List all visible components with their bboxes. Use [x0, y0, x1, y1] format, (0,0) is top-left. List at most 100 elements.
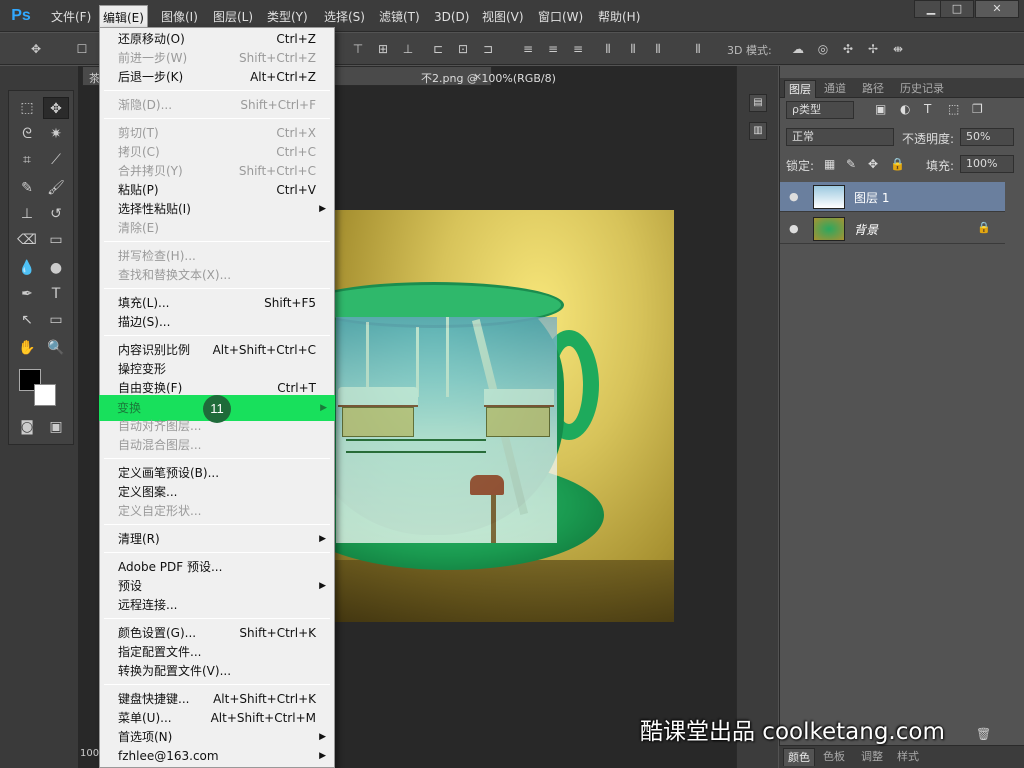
tab-history[interactable]: 历史记录 [896, 80, 948, 98]
menu-item-paste-special[interactable]: 选择性粘贴(I) ▶ [100, 200, 334, 219]
gradient-tool-icon[interactable]: ▭ [43, 229, 69, 251]
menu-item-preferences[interactable]: 首选项(N) ▶ [100, 728, 334, 747]
filter-type-icon[interactable]: T [924, 102, 931, 116]
align-left-icon[interactable]: ⊏ [430, 42, 446, 56]
distribute-vcenter-icon[interactable]: ≡ [545, 42, 561, 56]
roll-3d-icon[interactable]: ◎ [815, 42, 831, 56]
close-window-button[interactable]: ✕ [975, 0, 1019, 18]
distribute-bottom-icon[interactable]: ≡ [570, 42, 586, 56]
menu-item-menus[interactable]: 菜单(U)... Alt+Shift+Ctrl+M [100, 709, 334, 728]
align-vcenter-icon[interactable]: ⊞ [375, 42, 391, 56]
menu-help[interactable]: 帮助(H) [595, 8, 643, 26]
lasso-tool-icon[interactable]: ᘓ [14, 123, 40, 145]
maximize-button[interactable]: □ [940, 0, 974, 18]
layer-filter-select[interactable]: ρ类型 [786, 101, 854, 119]
healing-brush-tool-icon[interactable]: ✎ [14, 177, 40, 199]
menu-window[interactable]: 窗口(W) [535, 8, 586, 26]
menu-item-puppet-warp[interactable]: 操控变形 [100, 360, 334, 379]
menu-item-find-replace[interactable]: 查找和替换文本(X)... [100, 266, 334, 285]
distribute-hcenter-icon[interactable]: ⦀ [625, 42, 641, 56]
menu-type[interactable]: 类型(Y) [264, 8, 311, 26]
tab-adjustments[interactable]: 调整 [857, 748, 887, 766]
zoom-level[interactable]: 100 [80, 748, 99, 759]
distribute-right-icon[interactable]: ⦀ [650, 42, 666, 56]
quick-mask-icon[interactable]: ◙ [14, 416, 40, 438]
menu-item-convert-profile[interactable]: 转换为配置文件(V)... [100, 662, 334, 681]
menu-item-clear[interactable]: 清除(E) [100, 219, 334, 238]
history-panel-icon[interactable]: ▤ [749, 94, 767, 112]
filter-adjustment-icon[interactable]: ◐ [900, 102, 910, 116]
type-tool-icon[interactable]: T [43, 283, 69, 305]
scale-3d-icon[interactable]: ⇼ [890, 42, 906, 56]
menu-item-account[interactable]: fzhlee@163.com ▶ [100, 747, 334, 766]
menu-item-spell-check[interactable]: 拼写检查(H)... [100, 247, 334, 266]
menu-edit[interactable]: 编辑(E) [99, 5, 148, 29]
brush-tool-icon[interactable]: 🖌 [43, 177, 69, 199]
menu-item-copy-merged[interactable]: 合并拷贝(Y) Shift+Ctrl+C [100, 162, 334, 181]
clone-stamp-tool-icon[interactable]: ⊥ [14, 203, 40, 225]
orbit-3d-icon[interactable]: ☁ [790, 42, 806, 56]
filter-shape-icon[interactable]: ⬚ [948, 102, 959, 116]
move-tool-preset-icon[interactable]: ✥ [28, 42, 44, 56]
zoom-tool-icon[interactable]: 🔍 [43, 337, 69, 359]
distribute-top-icon[interactable]: ≡ [520, 42, 536, 56]
blend-mode-select[interactable]: 正常 [786, 128, 894, 146]
menu-item-presets[interactable]: 预设 ▶ [100, 577, 334, 596]
pen-tool-icon[interactable]: ✒ [14, 283, 40, 305]
menu-item-fade[interactable]: 渐隐(D)... Shift+Ctrl+F [100, 96, 334, 115]
background-color-swatch[interactable] [34, 384, 56, 406]
magic-wand-tool-icon[interactable]: ✷ [43, 123, 69, 145]
menu-item-stroke[interactable]: 描边(S)... [100, 313, 334, 332]
menu-item-define-brush[interactable]: 定义画笔预设(B)... [100, 464, 334, 483]
lock-all-icon[interactable]: 🔒 [890, 157, 905, 171]
slide-3d-icon[interactable]: ✢ [865, 42, 881, 56]
menu-item-assign-profile[interactable]: 指定配置文件... [100, 643, 334, 662]
tab-styles[interactable]: 样式 [893, 748, 923, 766]
move-tool-icon[interactable]: ✥ [43, 97, 69, 119]
align-hcenter-icon[interactable]: ⊡ [455, 42, 471, 56]
hand-tool-icon[interactable]: ✋ [14, 337, 40, 359]
tab-swatches[interactable]: 色板 [819, 748, 849, 766]
auto-select-checkbox[interactable]: ☐ [74, 42, 90, 56]
menu-item-auto-blend-layers[interactable]: 自动混合图层... [100, 436, 334, 455]
menu-item-purge[interactable]: 清理(R) ▶ [100, 530, 334, 549]
opacity-input[interactable]: 50% [960, 128, 1014, 146]
align-right-icon[interactable]: ⊐ [480, 42, 496, 56]
layer-row-layer1[interactable]: ● 图层 1 [780, 182, 1005, 212]
align-bottom-icon[interactable]: ⊥ [400, 42, 416, 56]
delete-layer-icon[interactable]: 🗑 [976, 727, 991, 741]
pan-3d-icon[interactable]: ✣ [840, 42, 856, 56]
close-tab-icon[interactable]: × [473, 70, 482, 83]
dodge-tool-icon[interactable]: ● [43, 257, 69, 279]
menu-item-remote-connections[interactable]: 远程连接... [100, 596, 334, 615]
menu-image[interactable]: 图像(I) [158, 8, 201, 26]
lock-transparent-icon[interactable]: ▦ [824, 157, 835, 171]
menu-item-copy[interactable]: 拷贝(C) Ctrl+C [100, 143, 334, 162]
menu-item-step-forward[interactable]: 前进一步(W) Shift+Ctrl+Z [100, 49, 334, 68]
tab-color[interactable]: 颜色 [783, 748, 815, 766]
align-top-icon[interactable]: ⊤ [350, 42, 366, 56]
screen-mode-icon[interactable]: ▣ [43, 416, 69, 438]
menu-item-color-settings[interactable]: 颜色设置(G)... Shift+Ctrl+K [100, 624, 334, 643]
menu-item-fill[interactable]: 填充(L)... Shift+F5 [100, 294, 334, 313]
menu-item-define-pattern[interactable]: 定义图案... [100, 483, 334, 502]
distribute-left-icon[interactable]: ⦀ [600, 42, 616, 56]
menu-select[interactable]: 选择(S) [321, 8, 368, 26]
menu-item-content-aware-scale[interactable]: 内容识别比例 Alt+Shift+Ctrl+C [100, 341, 334, 360]
menu-item-cut[interactable]: 剪切(T) Ctrl+X [100, 124, 334, 143]
lock-image-icon[interactable]: ✎ [846, 157, 856, 171]
fill-input[interactable]: 100% [960, 155, 1014, 173]
tab-layers[interactable]: 图层 [784, 80, 816, 98]
menu-layer[interactable]: 图层(L) [210, 8, 256, 26]
properties-panel-icon[interactable]: ▥ [749, 122, 767, 140]
rectangle-tool-icon[interactable]: ▭ [43, 309, 69, 331]
menu-item-step-backward[interactable]: 后退一步(K) Alt+Ctrl+Z [100, 68, 334, 87]
lock-position-icon[interactable]: ✥ [868, 157, 878, 171]
eraser-tool-icon[interactable]: ⌫ [14, 229, 40, 251]
tab-paths[interactable]: 路径 [858, 80, 888, 98]
menu-view[interactable]: 视图(V) [479, 8, 527, 26]
menu-item-paste[interactable]: 粘贴(P) Ctrl+V [100, 181, 334, 200]
history-brush-tool-icon[interactable]: ↺ [43, 203, 69, 225]
blur-tool-icon[interactable]: 💧 [14, 257, 40, 279]
winter-scene-layer[interactable] [336, 317, 557, 543]
